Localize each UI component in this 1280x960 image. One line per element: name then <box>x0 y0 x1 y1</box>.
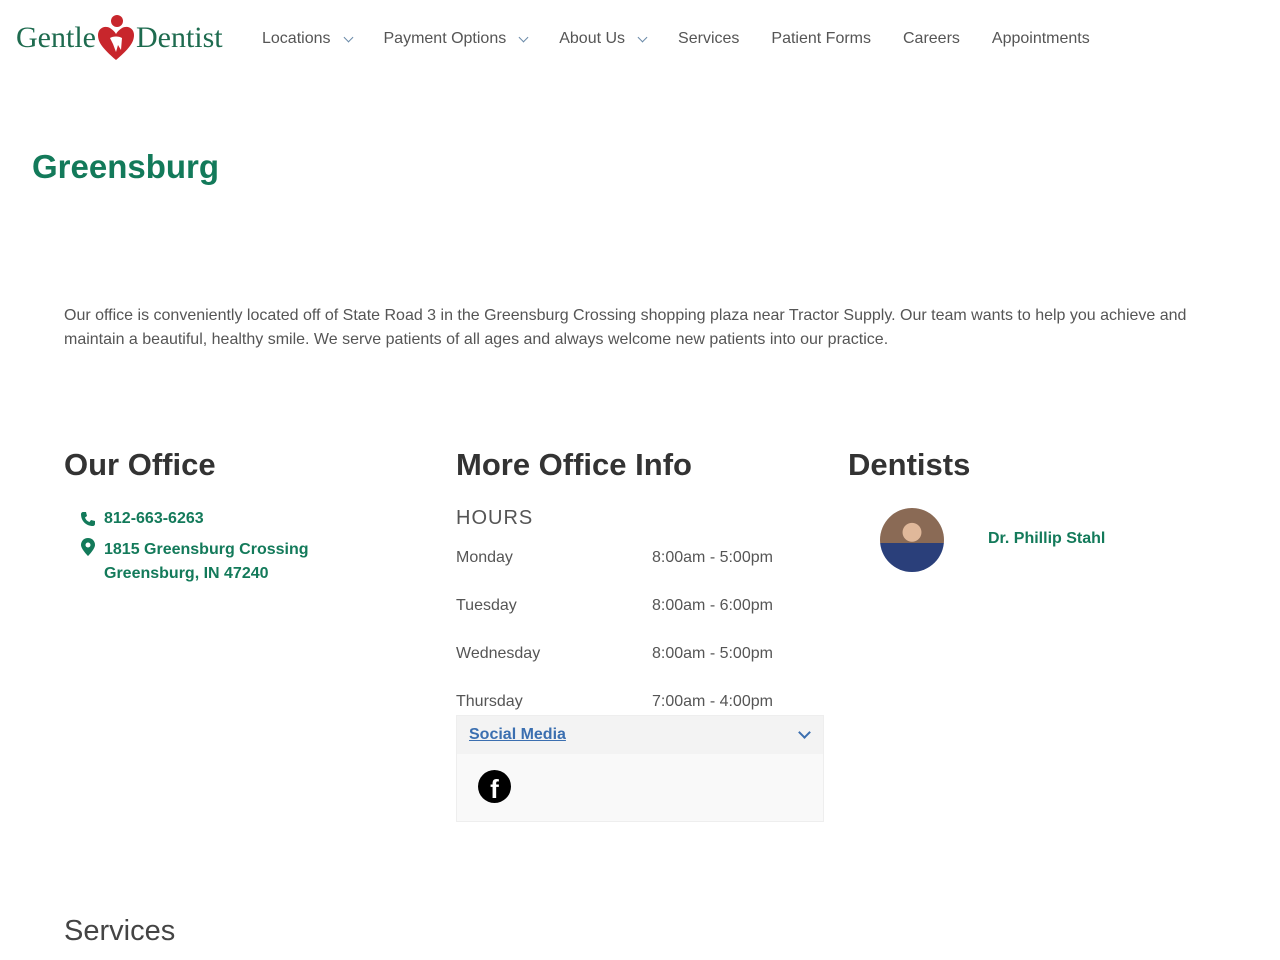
chevron-down-icon[interactable] <box>798 726 811 739</box>
nav-payment-options[interactable]: Payment Options <box>383 30 529 48</box>
nav-label: Appointments <box>991 30 1090 47</box>
time: 8:00am - 5:00pm <box>652 549 773 566</box>
logo-text: Dentist <box>135 21 223 54</box>
address-line: 1815 Greensburg Crossing <box>104 541 309 558</box>
nav-label: About Us <box>559 30 626 47</box>
chevron-down-icon <box>637 32 648 42</box>
nav-careers[interactable]: Careers <box>903 30 960 48</box>
nav-about-us[interactable]: About Us <box>559 30 648 48</box>
more-office-info-heading: More Office Info <box>456 447 692 482</box>
address-line: Greensburg, IN 47240 <box>104 565 269 582</box>
address-link[interactable]: 1815 Greensburg Crossing Greensburg, IN 4… <box>104 538 309 586</box>
social-media-accordion: Social Media f <box>456 715 824 822</box>
nav-label: Patient Forms <box>771 30 871 47</box>
time: 8:00am - 5:00pm <box>652 645 773 662</box>
heart-tooth-icon <box>97 15 134 61</box>
hours-row: Wednesday 8:00am - 5:00pm <box>456 645 786 663</box>
hours-row: Monday 8:00am - 5:00pm <box>456 549 786 567</box>
hours-label: HOURS <box>456 507 534 529</box>
nav-label: Payment Options <box>383 30 507 47</box>
chevron-down-icon <box>518 32 529 42</box>
nav-label: Locations <box>262 30 331 47</box>
services-heading: Services <box>64 915 176 947</box>
hours-row: Tuesday 8:00am - 6:00pm <box>456 597 786 615</box>
nav-services[interactable]: Services <box>678 30 739 48</box>
time: 7:00am - 4:00pm <box>652 693 773 710</box>
social-media-link[interactable]: Social Media <box>469 726 566 744</box>
logo-text: Gentle <box>16 21 96 54</box>
map-pin-icon <box>81 538 95 556</box>
dentist-avatar[interactable] <box>880 508 944 572</box>
nav-locations[interactable]: Locations <box>262 30 353 48</box>
nav-label: Services <box>678 30 740 47</box>
page-title: Greensburg <box>32 148 220 185</box>
intro-text: Our office is conveniently located off o… <box>64 307 1187 348</box>
nav-label: Careers <box>903 30 960 47</box>
facebook-icon[interactable]: f <box>478 770 511 803</box>
chevron-down-icon <box>343 32 353 42</box>
nav-patient-forms[interactable]: Patient Forms <box>771 30 871 48</box>
logo[interactable]: Gentle Dentist <box>16 14 223 62</box>
hours-row: Thursday 7:00am - 4:00pm <box>456 693 786 711</box>
dentists-heading: Dentists <box>848 447 971 482</box>
social-media-toggle[interactable]: Social Media <box>457 716 823 754</box>
phone-link[interactable]: 812-663-6263 <box>104 510 204 528</box>
nav-appointments[interactable]: Appointments <box>992 30 1090 48</box>
our-office-heading: Our Office <box>64 447 216 482</box>
phone-icon <box>81 512 95 526</box>
dentist-link[interactable]: Dr. Phillip Stahl <box>988 530 1105 548</box>
time: 8:00am - 6:00pm <box>652 597 773 614</box>
main-nav: Locations Payment Options About Us Servi… <box>262 30 1122 48</box>
day: Wednesday <box>456 645 541 662</box>
day: Tuesday <box>456 597 517 614</box>
day: Thursday <box>456 693 523 710</box>
day: Monday <box>456 549 513 566</box>
